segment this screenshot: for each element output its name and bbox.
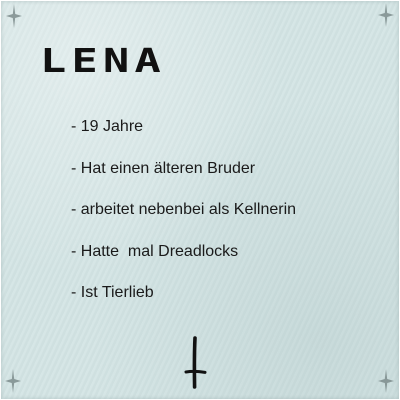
- corner-sparkle-icon: [4, 3, 24, 29]
- page-title: LENA: [40, 41, 167, 80]
- corner-sparkle-icon: [376, 2, 396, 28]
- list-item: - 19 Jahre: [71, 118, 144, 135]
- list-item: - Hatte mal Dreadlocks: [71, 242, 239, 260]
- corner-sparkle-icon: [376, 368, 396, 394]
- list-item: - Ist Tierlieb: [71, 284, 154, 301]
- profile-card: LENA - 19 Jahre - Hat einen älteren Brud…: [0, 0, 400, 400]
- facts-list: - 19 Jahre - Hat einen älteren Bruder - …: [71, 118, 296, 326]
- list-item: - arbeitet nebenbei als Kellnerin: [71, 201, 297, 218]
- inverted-cross-icon: [182, 336, 208, 395]
- corner-sparkle-icon: [3, 368, 23, 394]
- list-item: - Hat einen älteren Bruder: [71, 159, 256, 177]
